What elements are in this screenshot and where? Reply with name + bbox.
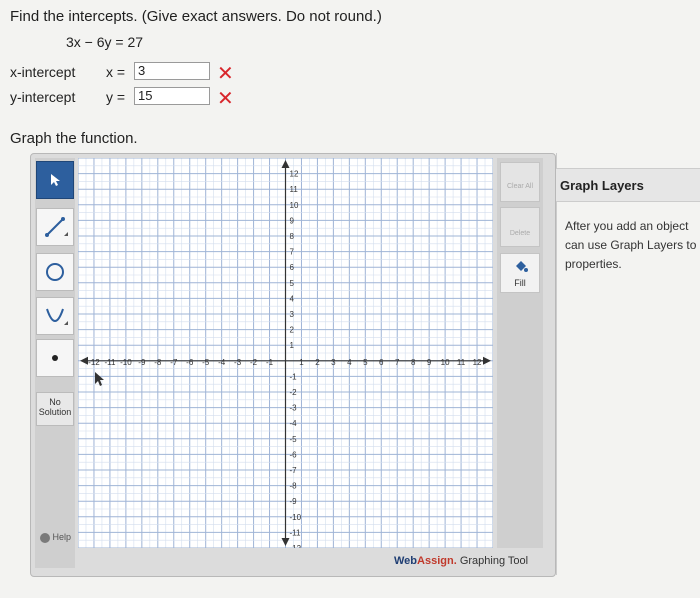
parabola-tool-button[interactable]: [36, 297, 74, 335]
y-tick-label: -9: [290, 497, 298, 506]
equation: 3x − 6y = 27: [66, 34, 144, 50]
x-tick-label: -10: [120, 358, 132, 367]
x-tick-label: 1: [299, 358, 304, 367]
x-tick-label: -4: [218, 358, 226, 367]
x-tick-label: 3: [331, 358, 336, 367]
x-tick-label: 5: [363, 358, 368, 367]
x-tick-label: -1: [266, 358, 274, 367]
y-tick-label: 8: [290, 232, 295, 241]
y-tick-label: 9: [290, 216, 295, 225]
y-incorrect-icon: ✕: [217, 88, 234, 110]
y-tick-label: 12: [290, 170, 299, 179]
x-axis-arrow-left: [80, 356, 88, 365]
y-intercept-label: y-intercept: [10, 89, 76, 105]
y-tick-label: 1: [290, 341, 295, 350]
y-tick-label: -6: [290, 450, 298, 459]
x-intercept-input[interactable]: 3: [134, 62, 210, 80]
y-tick-label: 10: [290, 201, 299, 210]
x-tick-label: 8: [411, 358, 416, 367]
delete-label: Delete: [509, 230, 531, 237]
x-tick-label: 12: [473, 358, 482, 367]
y-tick-label: -11: [290, 528, 302, 537]
x-tick-label: 2: [315, 358, 320, 367]
circle-tool-button[interactable]: [36, 253, 74, 291]
x-tick-label: 6: [379, 358, 384, 367]
x-tick-label: -7: [170, 358, 178, 367]
y-tick-label: 6: [290, 263, 295, 272]
point-tool-button[interactable]: [36, 339, 74, 377]
y-intercept-input[interactable]: 15: [134, 87, 210, 105]
clear-all-label: Clear All: [506, 183, 534, 190]
x-tick-label: -11: [104, 358, 116, 367]
pointer-tool-button[interactable]: [36, 161, 74, 199]
x-tick-label: -12: [88, 358, 100, 367]
graph-prompt: Graph the function.: [10, 130, 138, 147]
help-icon: [40, 532, 50, 543]
circle-icon: [46, 263, 64, 281]
point-dot-icon: [52, 355, 58, 361]
no-solution-label: No Solution: [38, 397, 72, 417]
y-tick-label: -1: [290, 372, 298, 381]
y-tick-label: 4: [290, 294, 295, 303]
x-tick-label: -3: [234, 358, 242, 367]
y-tick-label: -3: [290, 404, 298, 413]
y-tick-label: -4: [290, 419, 298, 428]
y-tick-label: -10: [290, 513, 302, 522]
pointer-arrow-icon: [51, 174, 60, 186]
no-solution-button[interactable]: No Solution: [36, 392, 74, 426]
y-tick-label: -5: [290, 435, 298, 444]
y-tick-label: 11: [290, 185, 299, 194]
y-tick-label: 3: [290, 310, 295, 319]
x-var-label: x =: [106, 64, 126, 80]
y-tick-label: 7: [290, 248, 295, 257]
webassign-brand: WebAssign. Graphing Tool: [394, 555, 529, 567]
x-tick-label: 11: [457, 358, 466, 367]
x-tick-label: 4: [347, 358, 352, 367]
fill-button[interactable]: Fill: [500, 253, 540, 293]
x-tick-label: -2: [250, 358, 258, 367]
y-tick-label: -8: [290, 482, 298, 491]
question-prompt: Find the intercepts. (Give exact answers…: [10, 8, 382, 25]
delete-button[interactable]: Delete: [500, 207, 540, 247]
x-incorrect-icon: ✕: [217, 63, 234, 85]
y-tick-label: -2: [290, 388, 298, 397]
y-tick-label: 2: [290, 326, 295, 335]
x-tick-label: -5: [202, 358, 210, 367]
clear-all-button[interactable]: Clear All: [500, 162, 540, 202]
x-tick-label: 10: [441, 358, 450, 367]
help-label: Help: [52, 532, 72, 542]
y-tick-label: -12: [290, 544, 302, 548]
x-tick-label: 9: [427, 358, 432, 367]
x-tick-label: 7: [395, 358, 400, 367]
help-link[interactable]: Help: [40, 532, 71, 543]
x-axis-arrow-right: [483, 356, 491, 365]
y-axis-arrow-up: [281, 160, 290, 168]
line-segment-icon: [45, 217, 68, 237]
y-var-label: y =: [106, 89, 126, 105]
coordinate-grid[interactable]: -12 -11 -10 -9 -8 -7 -6 -5 -4 -3 -2 -1 1 2 3 4 5 6 7 8 9 10 11…: [77, 157, 494, 553]
graph-layers-help: After you add an object can use Graph La…: [565, 219, 697, 271]
y-tick-label: -7: [290, 466, 298, 475]
x-tick-label: -6: [186, 358, 194, 367]
y-axis-arrow-down: [281, 538, 290, 546]
graph-layers-title: Graph Layers: [560, 178, 644, 193]
x-tick-label: -8: [154, 358, 162, 367]
line-tool-button[interactable]: [36, 208, 74, 246]
paint-bucket-icon: [516, 261, 528, 272]
fill-label: Fill: [514, 278, 526, 288]
graph-canvas[interactable]: -12 -11 -10 -9 -8 -7 -6 -5 -4 -3 -2 -1 1 2 3 4 5 6 7 8 9 10 11…: [77, 157, 494, 553]
x-intercept-label: x-intercept: [10, 64, 76, 80]
cursor-arrow-icon: [95, 372, 104, 386]
y-tick-label: 5: [290, 279, 295, 288]
x-tick-label: -9: [138, 358, 146, 367]
parabola-icon: [46, 308, 68, 325]
